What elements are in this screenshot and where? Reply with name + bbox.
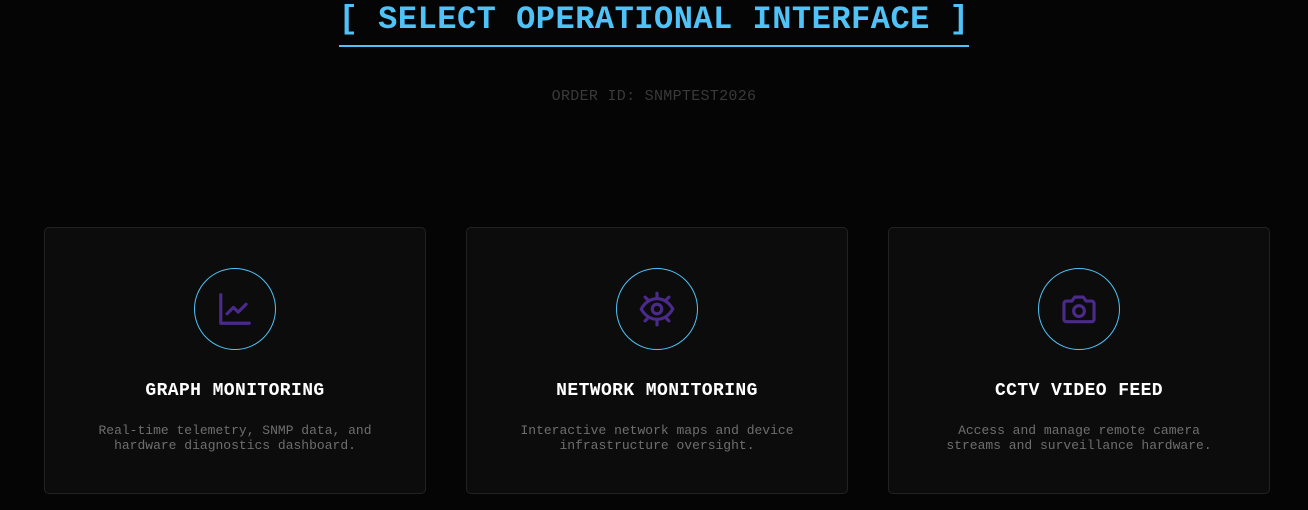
line-chart-icon: [219, 293, 251, 325]
cctv-video-feed-card[interactable]: CCTV VIDEO FEED Access and manage remote…: [888, 227, 1270, 494]
header: [ SELECT OPERATIONAL INTERFACE ]: [0, 0, 1308, 47]
network-monitoring-description: Interactive network maps and device infr…: [520, 423, 794, 453]
graph-monitoring-description: Real-time telemetry, SNMP data, and hard…: [98, 423, 372, 453]
graph-monitoring-title: GRAPH MONITORING: [145, 381, 325, 401]
cctv-video-feed-title: CCTV VIDEO FEED: [994, 381, 1164, 401]
interface-selection-page: [ SELECT OPERATIONAL INTERFACE ] ORDER I…: [0, 0, 1308, 510]
graph-monitoring-card[interactable]: GRAPH MONITORING Real-time telemetry, SN…: [44, 227, 426, 494]
eye-scan-icon: [639, 291, 675, 327]
page-title: [ SELECT OPERATIONAL INTERFACE ]: [338, 0, 970, 47]
cctv-video-feed-description: Access and manage remote camera streams …: [946, 423, 1212, 453]
graph-monitoring-icon-ring: [194, 268, 276, 350]
network-monitoring-icon-ring: [616, 268, 698, 350]
cctv-video-feed-icon-ring: [1038, 268, 1120, 350]
interface-card-list: GRAPH MONITORING Real-time telemetry, SN…: [44, 227, 1270, 494]
network-monitoring-card[interactable]: NETWORK MONITORING Interactive network m…: [466, 227, 848, 494]
camera-icon: [1062, 295, 1096, 324]
order-id-label: ORDER ID: SNMPTEST2026: [551, 88, 757, 105]
network-monitoring-title: NETWORK MONITORING: [556, 381, 758, 401]
